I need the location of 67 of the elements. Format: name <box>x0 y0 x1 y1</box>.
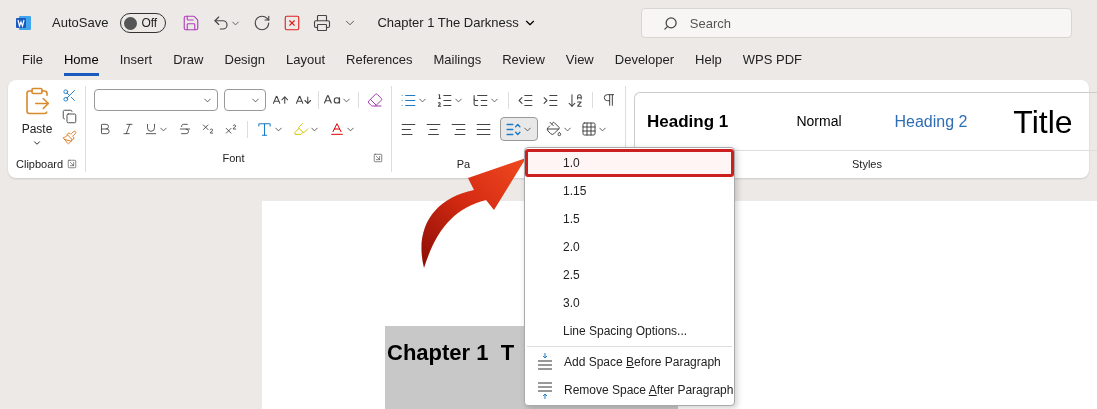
sort-icon[interactable] <box>567 91 584 109</box>
style-option[interactable]: Heading 2 <box>875 109 987 134</box>
font-color-icon[interactable] <box>329 121 345 137</box>
bold-icon[interactable] <box>98 122 112 136</box>
print-preview-icon[interactable] <box>313 14 332 32</box>
borders-icon[interactable] <box>581 121 597 137</box>
undo-icon[interactable] <box>212 14 231 32</box>
text-effects-icon[interactable] <box>256 120 273 138</box>
ribbon-tab[interactable]: Mailings <box>433 49 482 76</box>
menu-item[interactable]: 1.0 <box>525 149 734 177</box>
paste-button[interactable]: Paste <box>16 86 58 156</box>
line-spacing-button[interactable] <box>500 117 538 141</box>
menu-item[interactable]: Add Space Before Paragraph <box>525 348 734 376</box>
document-title[interactable]: Chapter 1 The Darkness <box>377 13 519 33</box>
menu-item[interactable]: 1.15 <box>525 177 734 205</box>
cut-icon[interactable] <box>62 88 77 103</box>
search-icon <box>662 16 678 31</box>
redo-icon[interactable] <box>253 14 272 32</box>
ribbon-tab[interactable]: File <box>22 49 43 76</box>
chapter-heading: Chapter 1 T <box>386 340 515 365</box>
ribbon-tab[interactable]: Developer <box>614 49 675 76</box>
ribbon-tab[interactable]: Help <box>695 49 722 76</box>
font-name-field[interactable] <box>94 89 218 111</box>
save-icon[interactable] <box>182 14 201 32</box>
space-before-icon <box>537 353 553 371</box>
style-option[interactable]: Heading 1 <box>647 108 763 135</box>
autosave-label: AutoSave <box>52 14 109 33</box>
pilcrow-icon[interactable] <box>601 92 617 108</box>
menu-item[interactable]: 3.0 <box>525 289 734 317</box>
group-label: Clipboard <box>16 156 64 172</box>
group-label: Styles <box>852 157 882 173</box>
style-option[interactable]: Normal <box>763 111 875 132</box>
menu-item[interactable]: Remove Space After Paragraph <box>525 376 734 404</box>
group-label: Font <box>222 150 245 166</box>
app-logo[interactable] <box>16 15 32 31</box>
italic-icon[interactable] <box>121 122 135 136</box>
underline-icon[interactable] <box>144 122 158 136</box>
numbering-icon[interactable] <box>436 91 453 109</box>
search-field[interactable]: Search <box>640 8 1072 38</box>
copy-icon[interactable] <box>62 109 77 124</box>
ribbon-tab[interactable]: Review <box>502 49 545 76</box>
ribbon-tab[interactable]: Insert <box>119 49 153 76</box>
menu-item[interactable]: 2.5 <box>525 261 734 289</box>
style-option[interactable]: Title <box>987 97 1097 146</box>
menu-item[interactable]: 2.0 <box>525 233 734 261</box>
dialog-launcher-icon[interactable] <box>373 153 383 163</box>
superscript-icon[interactable] <box>224 122 238 136</box>
group-label: Pa <box>456 156 471 172</box>
space-after-icon <box>537 381 553 399</box>
ribbon-tab[interactable]: View <box>565 49 594 76</box>
font-size-field[interactable] <box>224 89 266 111</box>
ribbon-tab[interactable]: Home <box>63 49 99 76</box>
close-document-icon[interactable] <box>283 14 302 32</box>
caret-icon <box>32 138 42 148</box>
format-painter-icon[interactable] <box>62 130 77 145</box>
clear-formatting-icon[interactable] <box>367 92 383 108</box>
ribbon-tab[interactable]: References <box>346 49 413 76</box>
shading-icon[interactable] <box>546 121 562 137</box>
ribbon-tab[interactable]: Layout <box>285 49 325 76</box>
menu-item[interactable]: Line Spacing Options... <box>525 317 734 345</box>
menu-item[interactable]: 1.5 <box>525 205 734 233</box>
subscript-icon[interactable] <box>201 122 215 136</box>
ribbon-tab[interactable]: Draw <box>173 49 204 76</box>
strikethrough-icon[interactable] <box>178 122 192 136</box>
ribbon-tab[interactable]: Design <box>224 49 265 76</box>
ribbon-tab[interactable]: WPS PDF <box>742 49 802 76</box>
dialog-launcher-icon[interactable] <box>67 158 77 169</box>
